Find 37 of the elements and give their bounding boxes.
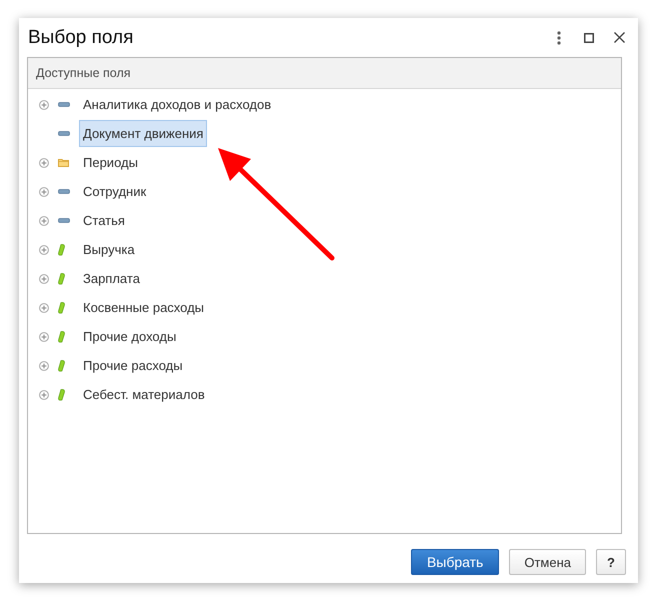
tree-item[interactable]: Косвенные расходы bbox=[79, 294, 208, 321]
leaf-icon bbox=[58, 360, 65, 372]
select-button[interactable]: Выбрать bbox=[410, 549, 500, 575]
tree-item[interactable]: Статья bbox=[79, 207, 129, 234]
leaf-icon bbox=[58, 302, 65, 314]
window-title: Выбор поля bbox=[28, 26, 134, 48]
field-dash-icon bbox=[58, 131, 70, 136]
expand-plus-icon[interactable] bbox=[38, 244, 48, 254]
expand-plus-icon[interactable] bbox=[38, 216, 48, 226]
expand-plus-icon[interactable] bbox=[38, 360, 48, 370]
leaf-icon bbox=[58, 388, 65, 400]
expand-plus-icon[interactable] bbox=[38, 186, 48, 196]
folder-icon bbox=[58, 158, 69, 167]
tree-item[interactable]: Документ движения bbox=[79, 120, 208, 147]
tree-item[interactable]: Периоды bbox=[79, 149, 142, 176]
expand-plus-icon[interactable] bbox=[38, 158, 48, 168]
help-button[interactable]: ? bbox=[596, 549, 626, 575]
leaf-icon bbox=[58, 330, 65, 342]
leaf-icon bbox=[58, 244, 65, 256]
leaf-icon bbox=[58, 272, 65, 284]
tree-item[interactable]: Сотрудник bbox=[79, 178, 150, 205]
tree-item[interactable]: Прочие расходы bbox=[79, 352, 187, 379]
field-dash-icon bbox=[58, 189, 70, 194]
tree-item[interactable]: Выручка bbox=[79, 236, 139, 263]
field-dash-icon bbox=[58, 218, 70, 223]
cancel-button[interactable]: Отмена bbox=[509, 549, 586, 575]
expand-plus-icon[interactable] bbox=[38, 274, 48, 284]
column-header: Доступные поля bbox=[28, 58, 621, 89]
tree-item[interactable]: Аналитика доходов и расходов bbox=[79, 91, 276, 118]
expand-plus-icon[interactable] bbox=[38, 302, 48, 312]
tree-item[interactable]: Прочие доходы bbox=[79, 323, 180, 350]
expand-plus-icon[interactable] bbox=[38, 390, 48, 400]
field-dash-icon bbox=[58, 102, 70, 107]
expand-plus-icon[interactable] bbox=[38, 332, 48, 342]
tree-item[interactable]: Зарплата bbox=[79, 265, 144, 292]
tree-item[interactable]: Себест. материалов bbox=[79, 381, 209, 408]
expand-plus-icon[interactable] bbox=[38, 100, 48, 110]
